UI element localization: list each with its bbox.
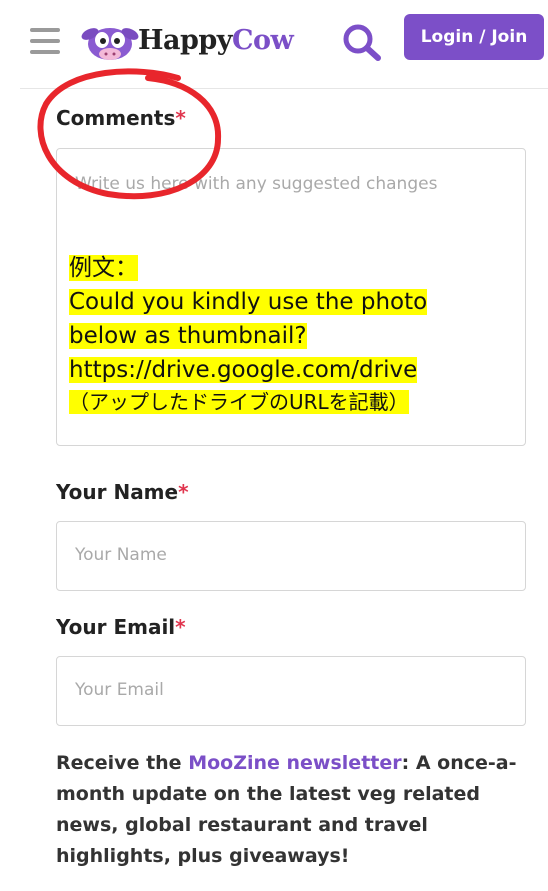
menu-icon[interactable] xyxy=(30,28,60,54)
logo-cow-text: Cow xyxy=(231,24,294,56)
logo-happy-text: Happy xyxy=(138,24,232,56)
newsletter-text: Receive the MooZine newsletter: A once-a… xyxy=(56,748,536,872)
comments-example-text: 例文： Could you kindly use the photo below… xyxy=(69,251,519,417)
example-line-url: https://drive.google.com/drive xyxy=(69,357,418,383)
name-label-text: Your Name xyxy=(56,480,179,504)
example-line-request-2: below as thumbnail? xyxy=(69,323,307,349)
required-mark: * xyxy=(178,480,189,504)
comments-placeholder: Write us here with any suggested changes xyxy=(75,174,438,194)
comments-textarea[interactable]: Write us here with any suggested changes… xyxy=(56,148,526,446)
header-divider xyxy=(20,88,548,89)
comments-label: Comments* xyxy=(56,106,186,130)
name-label: Your Name* xyxy=(56,480,189,504)
comments-label-text: Comments xyxy=(56,106,176,130)
required-mark: * xyxy=(175,615,186,639)
example-line-note: （アップしたドライブのURLを記載） xyxy=(69,390,409,414)
cow-mascot-icon xyxy=(81,28,139,60)
logo-wordmark: HappyCow xyxy=(138,24,294,56)
email-input[interactable]: Your Email xyxy=(56,656,526,726)
example-line-label: 例文： xyxy=(69,255,138,281)
email-label: Your Email* xyxy=(56,615,186,639)
moozine-newsletter-link[interactable]: MooZine newsletter xyxy=(188,752,401,774)
name-placeholder: Your Name xyxy=(75,545,167,565)
name-input[interactable]: Your Name xyxy=(56,521,526,591)
login-join-button[interactable]: Login / Join xyxy=(404,14,544,60)
required-mark: * xyxy=(175,106,186,130)
email-placeholder: Your Email xyxy=(75,680,164,700)
happycow-logo[interactable]: HappyCow xyxy=(80,10,294,70)
search-icon[interactable] xyxy=(340,22,384,62)
newsletter-prefix: Receive the xyxy=(56,752,189,774)
site-header: HappyCow Login / Join xyxy=(0,0,548,82)
example-line-request-1: Could you kindly use the photo xyxy=(69,289,428,315)
email-label-text: Your Email xyxy=(56,615,176,639)
